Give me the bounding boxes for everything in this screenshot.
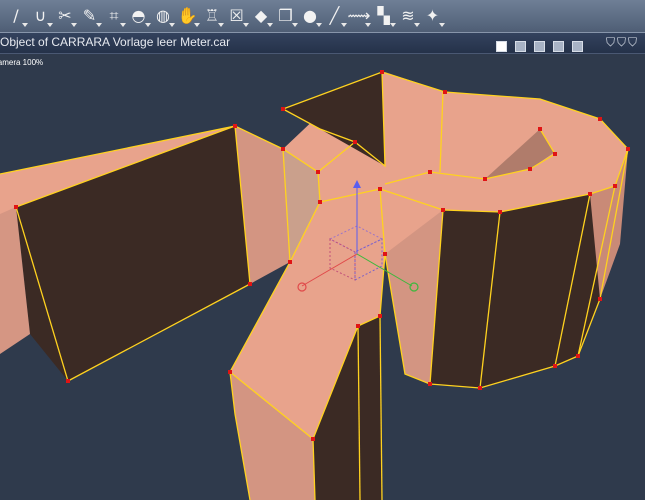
shield-icons: ⛉⛉⛉ bbox=[606, 35, 639, 50]
window-titlebar: Object of CARRARA Vorlage leer Meter.car… bbox=[0, 33, 645, 54]
cube-open-icon[interactable]: ❒ bbox=[274, 4, 298, 28]
crop-icon[interactable]: ⌗ bbox=[102, 4, 126, 28]
dropdown-arrow-icon bbox=[120, 23, 126, 27]
dropdown-arrow-icon bbox=[291, 23, 298, 27]
four-view-icon[interactable] bbox=[552, 41, 564, 52]
fold-icon[interactable]: ▚ bbox=[372, 4, 396, 28]
trophy-icon[interactable]: ♖ bbox=[200, 4, 224, 28]
dropdown-arrow-icon bbox=[218, 23, 224, 27]
dropdown-arrow-icon bbox=[22, 23, 28, 27]
layout-buttons bbox=[493, 36, 583, 52]
scissors-icon[interactable]: ✂ bbox=[53, 4, 77, 28]
camera-label: Camera 100% bbox=[0, 58, 44, 67]
toolbar: / ∪ ✂ ✎ ⌗ ◓ ◍ ✋ ♖ ☒ ◆ ❒ ● ╱ ⟿ ▚ ≋ ✦ bbox=[0, 0, 645, 33]
dropdown-arrow-icon bbox=[242, 23, 249, 27]
dropdown-arrow-icon bbox=[414, 23, 420, 27]
three-view-icon[interactable] bbox=[533, 41, 545, 52]
dropdown-arrow-icon bbox=[71, 23, 77, 27]
two-view-icon[interactable] bbox=[514, 41, 526, 52]
twist-icon[interactable]: ✦ bbox=[421, 4, 445, 28]
model-canvas[interactable] bbox=[0, 54, 645, 500]
pen-icon[interactable]: ✎ bbox=[78, 4, 102, 28]
chevron-icon[interactable]: / bbox=[4, 4, 28, 28]
dropdown-arrow-icon bbox=[340, 23, 347, 27]
grid-view-icon[interactable] bbox=[572, 41, 583, 52]
dropdown-arrow-icon bbox=[438, 23, 445, 27]
dropdown-arrow-icon bbox=[316, 23, 322, 27]
shield-icon[interactable]: ⛉ bbox=[617, 35, 628, 49]
shield-icon[interactable]: ⛉ bbox=[606, 35, 617, 49]
bend-icon[interactable]: ≋ bbox=[396, 4, 420, 28]
dome-icon[interactable]: ◓ bbox=[127, 4, 151, 28]
dropdown-arrow-icon bbox=[46, 23, 53, 27]
dropdown-arrow-icon bbox=[267, 23, 273, 27]
dropdown-arrow-icon bbox=[389, 23, 396, 27]
hand-icon[interactable]: ✋ bbox=[176, 4, 200, 28]
window-title: Object of CARRARA Vorlage leer Meter.car bbox=[0, 35, 231, 49]
planet-icon[interactable]: ◍ bbox=[151, 4, 175, 28]
single-view-icon[interactable] bbox=[495, 41, 507, 52]
dropdown-arrow-icon bbox=[193, 23, 200, 27]
dropdown-arrow-icon bbox=[365, 23, 371, 27]
dropdown-arrow-icon bbox=[144, 23, 151, 27]
deform-icon[interactable]: ⟿ bbox=[347, 4, 371, 28]
magnet-icon[interactable]: ∪ bbox=[29, 4, 53, 28]
3d-viewport[interactable]: Camera 100% bbox=[0, 54, 645, 500]
sphere-icon[interactable]: ● bbox=[298, 4, 322, 28]
dropdown-arrow-icon bbox=[169, 23, 175, 27]
box-x-icon[interactable]: ☒ bbox=[225, 4, 249, 28]
cube-icon[interactable]: ◆ bbox=[249, 4, 273, 28]
dropdown-arrow-icon bbox=[95, 23, 102, 27]
shield-icon[interactable]: ⛉ bbox=[628, 35, 639, 49]
line-tool-icon[interactable]: ╱ bbox=[323, 4, 347, 28]
cylinder-dark bbox=[430, 186, 615, 388]
